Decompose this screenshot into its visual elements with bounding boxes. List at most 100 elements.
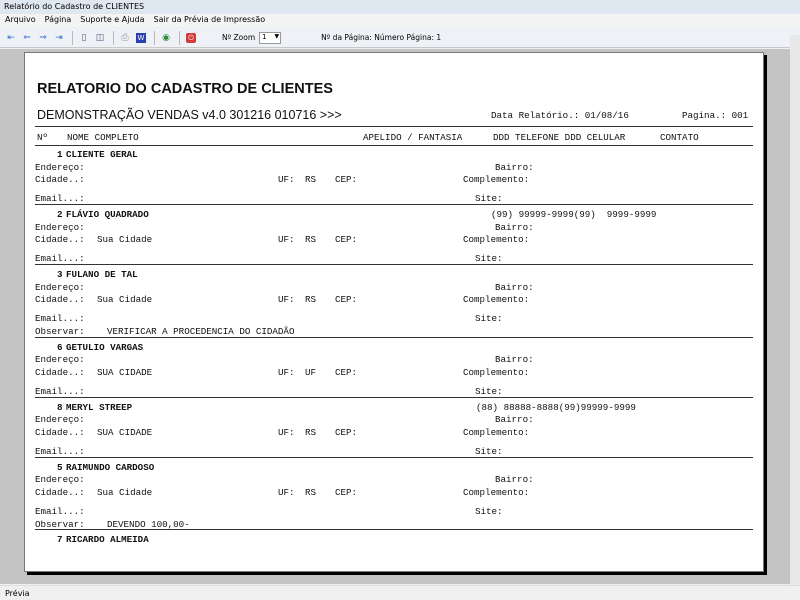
uf-value: UF <box>305 366 317 378</box>
district-label: Bairro: <box>495 221 534 233</box>
city-label: Cidade..: <box>35 426 85 438</box>
uf-label: UF: <box>278 366 295 378</box>
record-phones: (99) 99999-9999(99) 9999-9999 <box>491 209 657 220</box>
city-label: Cidade..: <box>35 366 85 378</box>
single-page-icon[interactable]: ▯ <box>77 31 91 45</box>
city-value: SUA CIDADE <box>97 426 153 438</box>
city-value: Sua Cidade <box>97 294 153 306</box>
record-name: CLIENTE GERAL <box>66 149 138 160</box>
uf-label: UF: <box>278 486 295 498</box>
email-label: Email...: <box>35 506 85 517</box>
record-separator <box>35 456 753 458</box>
report-page: RELATORIO DO CADASTRO DE CLIENTES DEMONS… <box>24 52 764 572</box>
record-separator <box>35 264 753 265</box>
uf-value: RS <box>305 174 317 186</box>
city-value: Sua Cidade <box>97 486 153 498</box>
district-label: Bairro: <box>495 281 534 293</box>
col-phones: DDD TELEFONE DDD CELULAR <box>493 132 626 143</box>
window-title: Relatório do Cadastro de CLIENTES <box>0 0 800 14</box>
uf-label: UF: <box>278 294 295 306</box>
divider <box>179 30 180 45</box>
city-label: Cidade..: <box>35 294 85 306</box>
toolbar: ⇤ ⇐ ⇒ ⇥ ▯ ◫ ⎙ W ◉ ⏻ Nº Zoom 1 ▼ Nº da Pág… <box>0 28 800 48</box>
menu-bar: Arquivo Página Suporte e Ajuda Sair da P… <box>0 14 800 27</box>
col-contact: CONTATO <box>660 132 699 143</box>
record-separator <box>35 204 753 205</box>
complement-label: Complemento: <box>463 426 530 438</box>
last-page-icon[interactable]: ⇥ <box>52 31 66 45</box>
prev-page-icon[interactable]: ⇐ <box>20 31 34 45</box>
complement-label: Complemento: <box>463 486 530 498</box>
uf-label: UF: <box>278 174 295 186</box>
city-label: Cidade..: <box>35 234 85 246</box>
uf-label: UF: <box>278 426 295 438</box>
complement-label: Complemento: <box>463 294 530 306</box>
notes-label: Observar: <box>35 518 85 530</box>
district-label: Bairro: <box>495 474 534 486</box>
report-date: Data Relatório.: 01/08/16 <box>491 110 629 121</box>
city-label: Cidade..: <box>35 486 85 498</box>
menu-sair[interactable]: Sair da Prévia de Impressão <box>154 15 266 26</box>
city-value: Sua Cidade <box>97 234 153 246</box>
cep-label: CEP: <box>335 234 358 246</box>
next-page-icon[interactable]: ⇒ <box>36 31 50 45</box>
email-icon[interactable]: ◉ <box>159 31 173 45</box>
word-export-icon[interactable]: W <box>134 31 148 45</box>
email-label: Email...: <box>35 446 85 457</box>
record-number: 3 <box>57 269 63 280</box>
page-number-label: Nº da Página: Número Página: 1 <box>321 33 442 42</box>
report-subtitle: DEMONSTRAÇÃO VENDAS v4.0 301216 010716 >… <box>37 108 342 122</box>
notes-value: VERIFICAR A PROCEDENCIA DO CIDADÃO <box>107 326 295 337</box>
email-label: Email...: <box>35 193 85 205</box>
site-label: Site: <box>475 193 503 205</box>
address-label: Endereço: <box>35 474 85 486</box>
col-alias: APELIDO / FANTASIA <box>363 132 463 143</box>
cep-label: CEP: <box>335 294 358 306</box>
vertical-scrollbar[interactable] <box>790 35 800 585</box>
zoom-select[interactable]: 1 ▼ <box>259 31 282 44</box>
two-pages-icon[interactable]: ◫ <box>93 31 107 45</box>
site-label: Site: <box>475 386 503 397</box>
address-label: Endereço: <box>35 281 85 293</box>
record-number: 1 <box>57 149 63 160</box>
address-label: Endereço: <box>35 354 85 366</box>
col-name: NOME COMPLETO <box>67 132 139 143</box>
menu-suporte[interactable]: Suporte e Ajuda <box>80 15 144 26</box>
district-label: Bairro: <box>495 161 534 173</box>
status-bar: Prévia <box>0 585 800 600</box>
record-name: RICARDO ALMEIDA <box>66 534 149 546</box>
record-number: 6 <box>57 341 63 353</box>
menu-pagina[interactable]: Página <box>45 15 72 26</box>
divider <box>113 30 114 45</box>
cep-label: CEP: <box>335 426 358 438</box>
report-title: RELATORIO DO CADASTRO DE CLIENTES <box>37 81 333 97</box>
divider <box>154 30 155 45</box>
record-name: RAIMUNDO CARDOSO <box>66 461 155 473</box>
zoom-label: Nº Zoom <box>222 33 256 42</box>
record-phones: (88) 88888-8888(99)99999-9999 <box>476 401 636 413</box>
city-label: Cidade..: <box>35 174 85 186</box>
complement-label: Complemento: <box>463 174 530 186</box>
record-separator <box>35 396 753 398</box>
menu-arquivo[interactable]: Arquivo <box>5 15 36 26</box>
first-page-icon[interactable]: ⇤ <box>4 31 18 45</box>
record-separator <box>35 529 753 531</box>
site-label: Site: <box>475 446 503 457</box>
notes-value: DEVENDO 100,00- <box>107 518 190 530</box>
district-label: Bairro: <box>495 354 534 366</box>
divider <box>72 30 73 45</box>
report-page-number: Pagina.: 001 <box>682 110 749 121</box>
uf-value: RS <box>305 426 317 438</box>
uf-value: RS <box>305 294 317 306</box>
uf-value: RS <box>305 486 317 498</box>
uf-value: RS <box>305 234 317 246</box>
address-label: Endereço: <box>35 161 85 173</box>
site-label: Site: <box>475 253 503 265</box>
print-icon[interactable]: ⎙ <box>118 31 132 45</box>
col-num: Nº <box>37 132 49 143</box>
address-label: Endereço: <box>35 414 85 426</box>
chevron-down-icon: ▼ <box>274 32 280 40</box>
site-label: Site: <box>475 506 503 517</box>
close-preview-icon[interactable]: ⏻ <box>184 31 198 45</box>
email-label: Email...: <box>35 313 85 325</box>
